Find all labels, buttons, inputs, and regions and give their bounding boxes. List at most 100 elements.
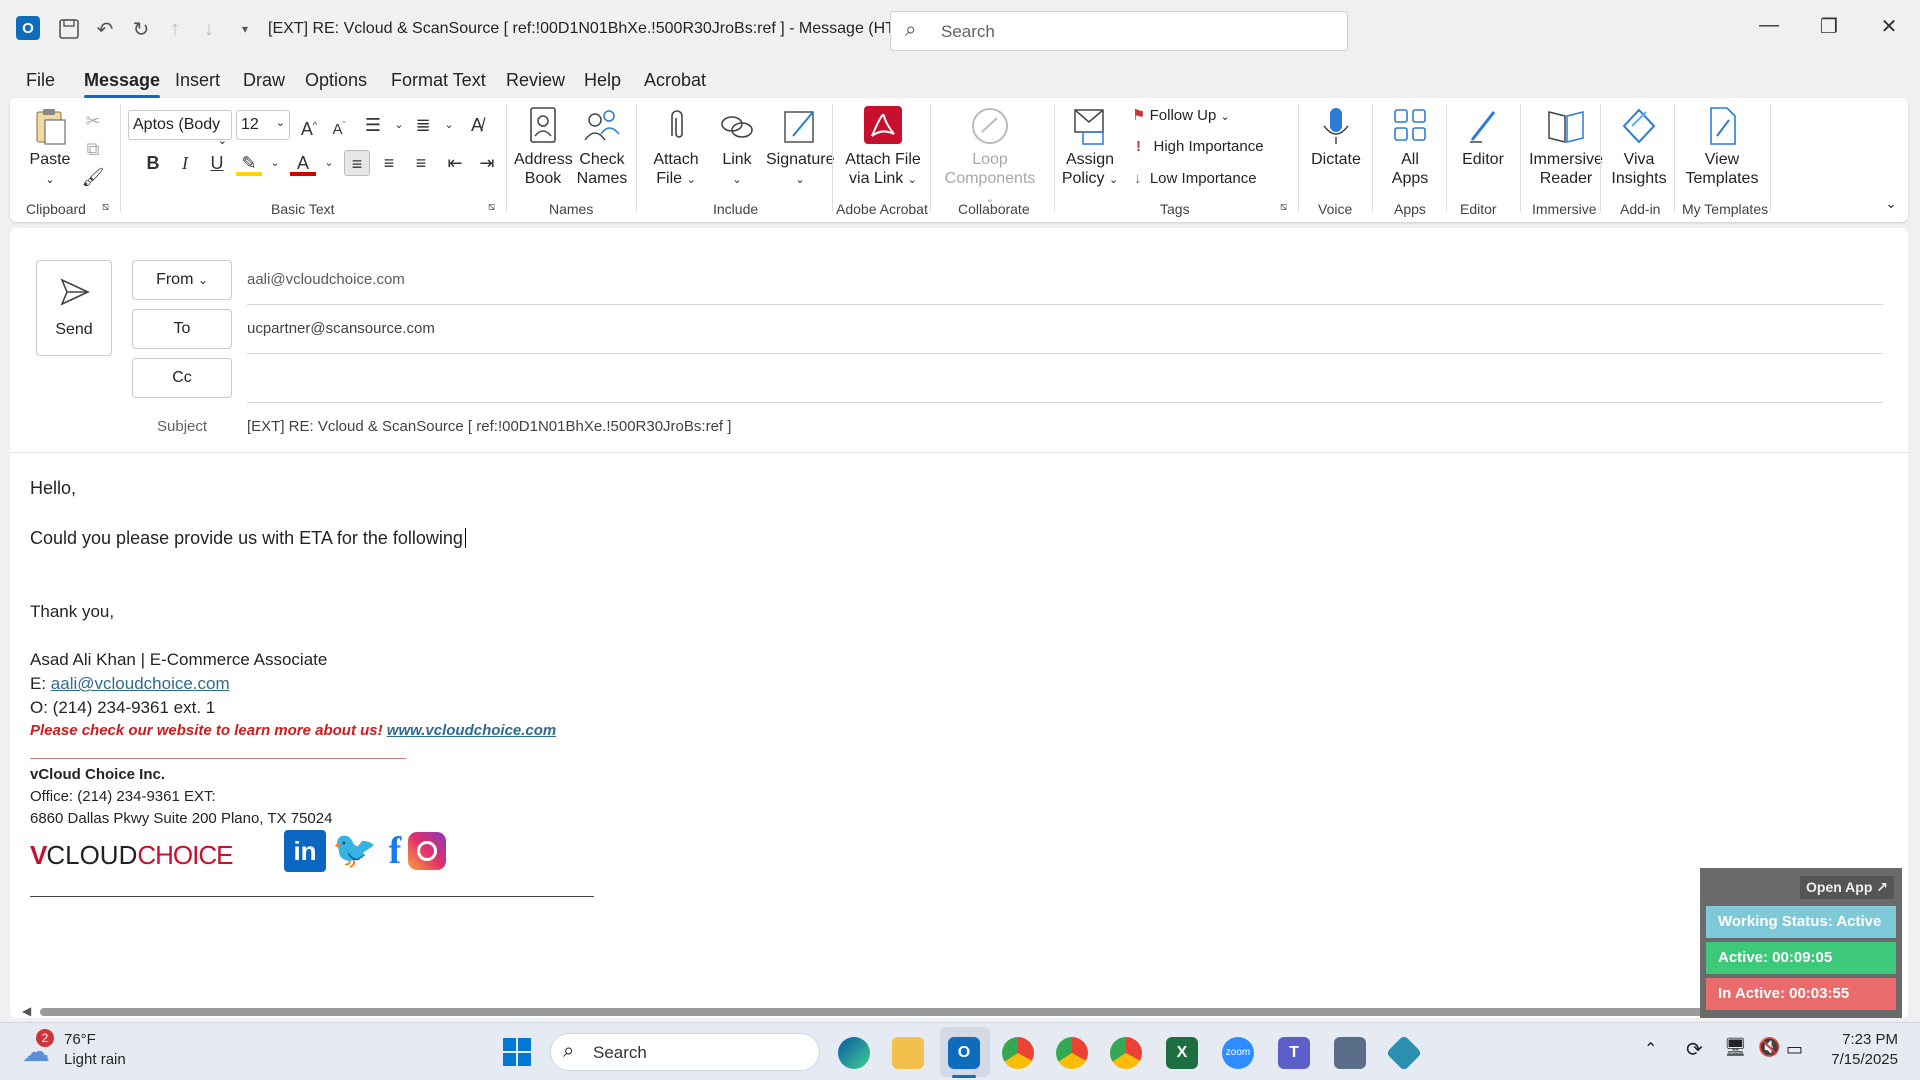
assign-policy-button[interactable]: Assign Policy ⌄	[1060, 106, 1120, 190]
instagram-icon[interactable]	[408, 832, 446, 870]
undo-icon[interactable]: ↶	[92, 16, 118, 42]
copy-icon[interactable]: ⧉	[80, 136, 106, 162]
subject-field[interactable]: [EXT] RE: Vcloud & ScanSource [ ref:!00D…	[247, 418, 731, 435]
attach-file-via-link-button[interactable]: Attach File via Link ⌄	[842, 106, 924, 190]
scroll-left-icon[interactable]: ◀	[22, 1004, 31, 1018]
outlook-taskbar-icon[interactable]: O	[948, 1037, 980, 1069]
ribbon-collapse-chevron-icon[interactable]: ⌄	[1878, 190, 1904, 216]
view-templates-button[interactable]: View Templates	[1680, 106, 1764, 188]
linkedin-icon[interactable]: in	[284, 830, 326, 872]
tab-format-text[interactable]: Format Text	[391, 70, 486, 91]
website-link[interactable]: www.vcloudchoice.com	[387, 722, 556, 739]
twitter-icon[interactable]: 🐦	[332, 830, 377, 870]
teams-icon[interactable]: T	[1278, 1037, 1310, 1069]
highlight-dropdown-icon[interactable]: ⌄	[262, 150, 288, 176]
clear-formatting-icon[interactable]: A̸	[464, 112, 490, 138]
chrome-profile-icon[interactable]	[1110, 1037, 1142, 1069]
tab-insert[interactable]: Insert	[175, 70, 220, 91]
decrease-indent-icon[interactable]: ⇤	[442, 150, 468, 176]
minimize-button[interactable]: —	[1752, 14, 1786, 44]
high-importance-button[interactable]: ! High Importance	[1136, 138, 1264, 155]
body-closing[interactable]: Thank you,	[30, 602, 114, 622]
zoom-icon[interactable]: zoom	[1222, 1037, 1254, 1069]
attach-file-button[interactable]: Attach File ⌄	[650, 106, 702, 190]
format-painter-icon[interactable]: 🖌	[80, 164, 106, 190]
tab-review[interactable]: Review	[506, 70, 565, 91]
network-icon[interactable]: 🖥	[1724, 1037, 1747, 1058]
signature-email-link[interactable]: aali@vcloudchoice.com	[51, 674, 230, 693]
to-button[interactable]: To	[132, 309, 232, 349]
weather-desc[interactable]: Light rain	[64, 1051, 126, 1068]
underline-icon[interactable]: U	[204, 150, 230, 176]
to-field[interactable]: ucpartner@scansource.com	[247, 320, 435, 337]
sync-icon[interactable]: ⟳	[1686, 1037, 1703, 1062]
cut-icon[interactable]: ✂	[80, 108, 106, 134]
tab-file[interactable]: File	[26, 70, 55, 91]
tab-message[interactable]: Message	[84, 70, 161, 98]
next-item-icon[interactable]: ↓	[196, 16, 222, 42]
highlight-icon[interactable]: ✎	[236, 150, 262, 176]
chrome-profile-icon[interactable]	[1056, 1037, 1088, 1069]
italic-icon[interactable]: I	[172, 150, 198, 176]
close-button[interactable]: ✕	[1872, 14, 1906, 44]
body-line[interactable]: Could you please provide us with ETA for…	[30, 528, 466, 549]
tab-help[interactable]: Help	[584, 70, 621, 91]
shrink-font-icon[interactable]: Aˇ	[326, 112, 352, 138]
volume-muted-icon[interactable]: 🔇	[1758, 1037, 1780, 1058]
all-apps-button[interactable]: All Apps	[1380, 106, 1440, 188]
bullets-icon[interactable]: ☰	[360, 112, 386, 138]
font-color-dropdown-icon[interactable]: ⌄	[316, 150, 342, 176]
tags-launcher-icon[interactable]: ⧅	[1280, 201, 1287, 214]
check-names-button[interactable]: Check Names	[574, 106, 630, 188]
weather-temp[interactable]: 76°F	[64, 1031, 96, 1048]
customize-toolbar-icon[interactable]: ▾	[232, 16, 258, 42]
grow-font-icon[interactable]: A^	[296, 112, 322, 139]
signature-button[interactable]: Signature ⌄	[766, 106, 835, 190]
align-left-icon[interactable]: ≡	[344, 150, 370, 176]
follow-up-button[interactable]: ⚑ Follow Up ⌄	[1132, 106, 1230, 124]
battery-icon[interactable]: ▭	[1786, 1039, 1803, 1060]
numbering-dropdown-icon[interactable]: ⌄	[436, 112, 462, 138]
immersive-reader-button[interactable]: Immersive Reader	[1524, 106, 1608, 188]
from-button[interactable]: From ⌄	[132, 260, 232, 300]
paste-button[interactable]: Paste ⌄	[28, 106, 72, 190]
calculator-icon[interactable]	[1334, 1037, 1366, 1069]
dictate-button[interactable]: Dictate	[1306, 106, 1366, 169]
tab-draw[interactable]: Draw	[243, 70, 285, 91]
align-right-icon[interactable]: ≡	[408, 150, 434, 176]
font-color-icon[interactable]: A	[290, 150, 316, 176]
tab-options[interactable]: Options	[305, 70, 367, 91]
horizontal-scrollbar[interactable]	[40, 1008, 1880, 1016]
open-app-button[interactable]: Open App ↗	[1800, 876, 1894, 899]
search-input[interactable]: ⌕ Search	[890, 11, 1348, 51]
clock-time[interactable]: 7:23 PM	[1828, 1031, 1898, 1048]
chevron-up-icon[interactable]: ⌃	[1644, 1039, 1657, 1059]
editor-button[interactable]: Editor	[1452, 106, 1514, 169]
bullets-dropdown-icon[interactable]: ⌄	[386, 112, 412, 138]
align-center-icon[interactable]: ≡	[376, 150, 402, 176]
clipboard-launcher-icon[interactable]: ⧅	[102, 201, 109, 214]
previous-item-icon[interactable]: ↑	[162, 16, 188, 42]
taskbar-search[interactable]: ⌕ Search	[550, 1033, 820, 1071]
body-greeting[interactable]: Hello,	[30, 478, 76, 499]
redo-icon[interactable]: ↻	[128, 16, 154, 42]
send-button[interactable]: Send	[36, 260, 112, 356]
link-button[interactable]: Link ⌄	[710, 106, 764, 190]
viva-insights-button[interactable]: Viva Insights	[1608, 106, 1670, 188]
save-icon[interactable]	[56, 16, 82, 42]
file-explorer-icon[interactable]	[892, 1037, 924, 1069]
app-icon[interactable]	[1385, 1034, 1423, 1072]
excel-icon[interactable]: X	[1166, 1037, 1198, 1069]
address-book-button[interactable]: Address Book	[514, 106, 573, 188]
increase-indent-icon[interactable]: ⇥	[474, 150, 500, 176]
low-importance-button[interactable]: ↓ Low Importance	[1134, 170, 1257, 187]
tab-acrobat[interactable]: Acrobat	[644, 70, 706, 91]
clock-date[interactable]: 7/15/2025	[1818, 1051, 1898, 1068]
font-size-select[interactable]: 12 ⌄	[236, 110, 290, 140]
numbering-icon[interactable]: ≣	[410, 112, 436, 138]
cc-button[interactable]: Cc	[132, 358, 232, 398]
restore-button[interactable]: ❐	[1812, 14, 1846, 44]
loop-components-button[interactable]: Loop Components ⌄	[940, 106, 1040, 209]
edge-icon[interactable]	[838, 1037, 870, 1069]
bold-icon[interactable]: B	[140, 150, 166, 176]
